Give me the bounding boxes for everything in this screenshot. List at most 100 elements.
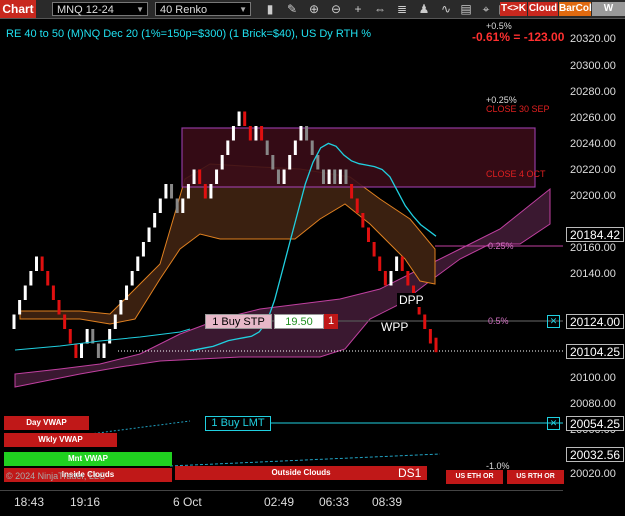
outside-clouds-button[interactable]: Outside Clouds — [175, 466, 427, 480]
renko-brick — [288, 155, 292, 170]
t-k-button[interactable]: T<>K — [500, 2, 527, 16]
renko-brick — [434, 337, 438, 353]
resistance-zone[interactable] — [181, 127, 536, 188]
price-tick: 20240.00 — [570, 138, 616, 150]
renko-brick — [35, 256, 39, 271]
buy-limit-order[interactable]: 1 Buy LMT — [205, 416, 271, 431]
renko-brick — [46, 271, 50, 286]
instrument-label: MNQ 12-24 — [57, 4, 114, 16]
price-tick: 20200.00 — [570, 190, 616, 202]
renko-brick — [181, 198, 185, 213]
us-eth-or-button[interactable]: US ETH OR — [446, 470, 503, 484]
renko-brick — [57, 300, 61, 315]
buy-stop-price[interactable]: 19.50 — [274, 314, 324, 329]
time-tick: 02:49 — [264, 495, 295, 509]
price-tick: 20320.00 — [570, 33, 616, 45]
chevron-down-icon: ▼ — [136, 5, 144, 14]
renko-brick — [130, 271, 134, 286]
us-rth-or-button[interactable]: US RTH OR — [507, 470, 564, 484]
renko-brick — [276, 169, 280, 184]
instrument-selector[interactable]: MNQ 12-24 ▼ — [52, 2, 148, 16]
wkly-vwap-button[interactable]: Wkly VWAP — [4, 433, 117, 447]
lower-cyan-line — [169, 453, 441, 467]
chart-title: RE 40 to 50 (M)NQ Dec 20 (1%=150p=$300) … — [6, 28, 372, 40]
renko-brick — [383, 271, 387, 286]
cloud-button[interactable]: Cloud — [528, 2, 558, 16]
price-tick: 20020.00 — [570, 468, 616, 480]
renko-brick — [186, 184, 190, 199]
limit-close-icon[interactable]: ✕ — [547, 417, 560, 430]
day-vwap-button[interactable]: Day VWAP — [4, 416, 89, 430]
crosshair-icon[interactable]: + — [350, 1, 366, 17]
renko-brick — [248, 126, 252, 141]
copyright-text: © 2024 NinjaTrader, LLC — [6, 471, 106, 481]
price-tick: 20080.00 — [570, 398, 616, 410]
indicators-icon[interactable]: ∿ — [438, 1, 454, 17]
buy-stop-qty[interactable]: 1 — [324, 314, 338, 329]
chart-tab[interactable]: Chart — [0, 0, 36, 18]
renko-brick — [333, 169, 337, 184]
renko-brick — [366, 227, 370, 242]
renko-brick — [80, 343, 84, 358]
renko-brick — [254, 126, 258, 141]
price-tick: 20300.00 — [570, 60, 616, 72]
renko-brick — [243, 111, 247, 126]
renko-brick — [108, 329, 112, 344]
renko-brick — [102, 343, 106, 358]
renko-brick — [23, 285, 27, 300]
pct-05-label: 0.5% — [488, 316, 509, 326]
time-tick: 18:43 — [14, 495, 45, 509]
price-tick: 20280.00 — [570, 86, 616, 98]
renko-brick — [203, 184, 207, 199]
renko-brick — [406, 271, 410, 286]
renko-brick — [125, 285, 129, 300]
properties-icon[interactable]: ≣ — [394, 1, 410, 17]
renko-brick — [423, 314, 427, 329]
wpp-label: WPP — [381, 320, 409, 334]
renko-brick — [316, 155, 320, 170]
renko-brick — [96, 343, 100, 358]
dpp-label: DPP — [397, 293, 426, 307]
zoom-in-icon[interactable]: ⊕ — [306, 1, 322, 17]
bar-spacing-icon[interactable]: ⇔ — [372, 1, 388, 17]
mnt-vwap-button[interactable]: Mnt VWAP — [4, 452, 172, 466]
buy-stop-qty-value: 1 — [327, 315, 335, 327]
time-tick: 19:16 — [70, 495, 101, 509]
renko-brick — [338, 169, 342, 184]
chart-style-icon[interactable]: ▮ — [262, 1, 278, 17]
barcol-button[interactable]: BarCol — [559, 2, 592, 16]
buy-stop-price-value: 19.50 — [285, 316, 313, 328]
renko-brick — [18, 300, 22, 315]
renko-brick — [136, 256, 140, 271]
stop-price-label: 20124.00 — [566, 314, 625, 329]
w-vwap-button[interactable]: W VWAP — [592, 2, 625, 16]
renko-brick — [74, 343, 78, 358]
zoom-out-icon[interactable]: ⊖ — [328, 1, 344, 17]
templates-icon[interactable]: ▤ — [458, 1, 474, 17]
pct-change: -0.61% = -123.00 — [472, 30, 565, 44]
limit-price-label: 20054.25 — [566, 416, 625, 431]
strategies-icon[interactable]: ♟ — [416, 1, 432, 17]
renko-brick — [198, 169, 202, 184]
renko-brick — [170, 184, 174, 199]
buy-stop-order[interactable]: 1 Buy STP — [205, 314, 272, 329]
current-price-label: 20104.25 — [566, 344, 625, 359]
cyan-price-label: 20184.42 — [566, 227, 625, 242]
renko-brick — [355, 198, 359, 213]
renko-brick — [153, 213, 157, 228]
stop-close-icon[interactable]: ✕ — [547, 315, 560, 328]
buy-stop-label: 1 Buy STP — [212, 316, 265, 328]
renko-brick — [237, 111, 241, 126]
drawing-tools-icon[interactable]: ✎ — [284, 1, 300, 17]
close-30-sep: CLOSE 30 SEP — [486, 104, 550, 114]
renko-brick — [51, 285, 55, 300]
renko-brick — [113, 314, 117, 329]
renko-brick — [265, 140, 269, 155]
bar-type-selector[interactable]: 40 Renko ▼ — [155, 2, 251, 16]
renko-brick — [215, 169, 219, 184]
global-crosshair-icon[interactable]: ⌖ — [478, 1, 494, 17]
bar-type-label: 40 Renko — [160, 4, 208, 16]
renko-brick — [164, 184, 168, 199]
renko-brick — [428, 329, 432, 344]
renko-brick — [395, 256, 399, 271]
